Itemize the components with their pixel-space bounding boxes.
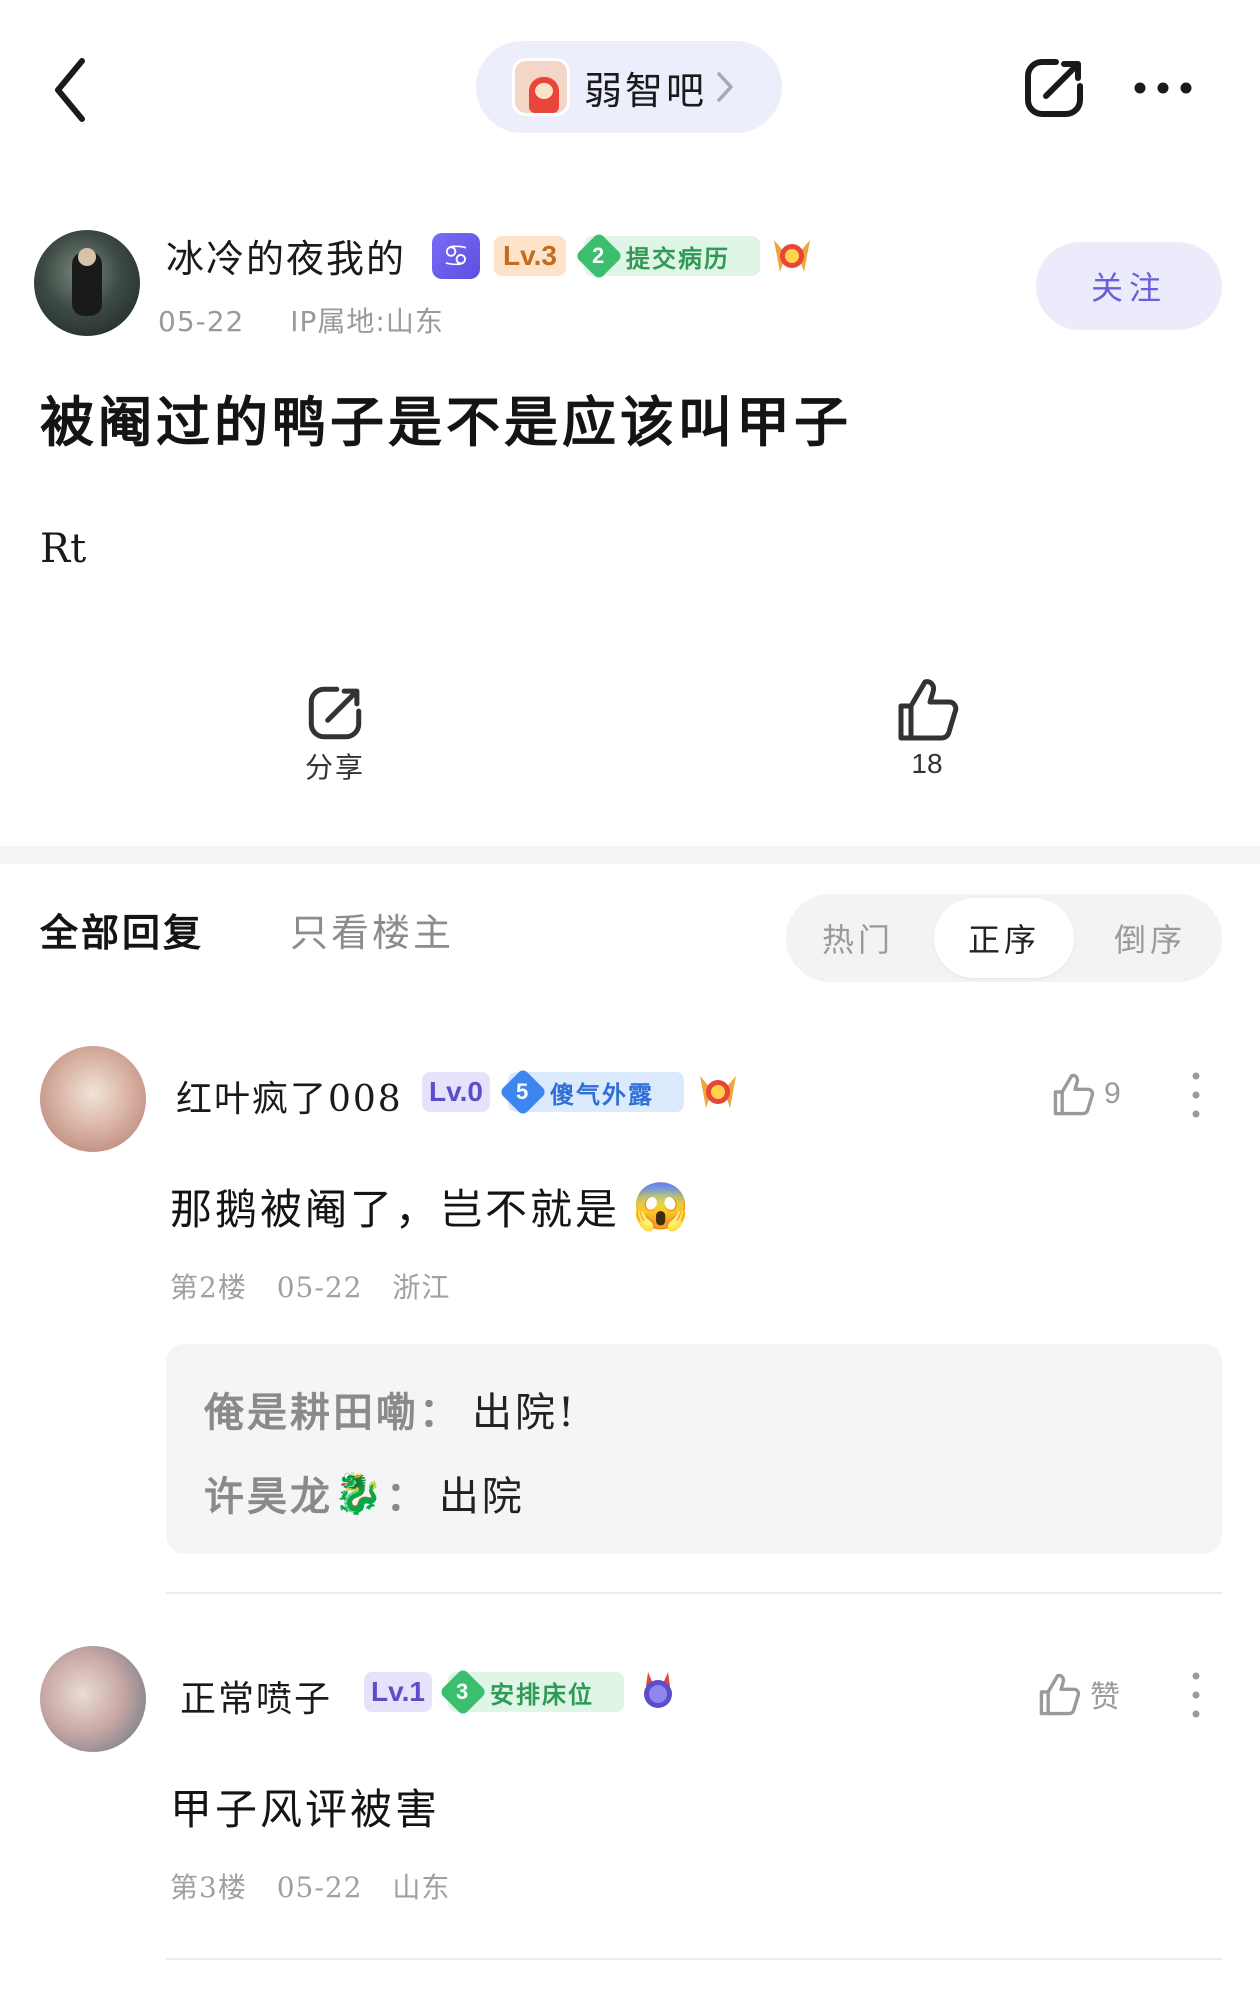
zodiac-cancer-icon: ♋: [432, 233, 480, 279]
title-badge: 5 傻气外露: [498, 1067, 684, 1117]
post-date: 05-22: [158, 305, 245, 338]
tab-op-only[interactable]: 只看楼主: [290, 902, 454, 957]
share-label: 分享: [304, 751, 365, 784]
forum-name: 弱智吧: [584, 68, 708, 113]
post-meta: 05-22 IP属地:山东: [158, 300, 480, 340]
share-icon: [308, 686, 362, 740]
sub-reply-sep: ：: [385, 1473, 429, 1520]
forum-entry-button[interactable]: 弱智吧: [476, 41, 782, 133]
avatar[interactable]: [40, 1046, 146, 1152]
thumbs-up-icon: [1053, 1073, 1095, 1116]
sort-selector: 热门 正序 倒序: [786, 894, 1222, 982]
reply-location: 浙江: [392, 1271, 451, 1304]
reply-date: 05-22: [276, 1871, 363, 1904]
reply-text: 那鹅被阉了，岂不就是: [170, 1185, 621, 1234]
level-badge: Lv.1: [364, 1672, 432, 1712]
medal-icon: [774, 240, 810, 272]
like-action[interactable]: 18: [882, 674, 972, 780]
title-badge: 3 安排床位: [438, 1667, 624, 1717]
scream-emoji-icon: 😱: [632, 1179, 693, 1233]
author-name[interactable]: 冰冷的夜我的: [166, 228, 406, 283]
author-avatar[interactable]: [34, 230, 140, 336]
sub-reply-text: 出院: [438, 1474, 525, 1520]
thumbs-up-icon: [898, 679, 959, 741]
sub-reply-user[interactable]: 许昊龙: [204, 1464, 333, 1522]
sub-replies-box[interactable]: 俺是耕田嘞 ： 出院! 许昊龙 🐉 ： 出院: [166, 1344, 1222, 1554]
reply-author-name[interactable]: 正常喷子: [180, 1670, 332, 1722]
reply-date: 05-22: [276, 1271, 363, 1304]
back-arrow-icon[interactable]: [50, 55, 90, 125]
avatar[interactable]: [40, 1646, 146, 1752]
sub-reply: 许昊龙 🐉 ： 出院: [204, 1464, 525, 1522]
reply-text: 甲子风评被害: [170, 1785, 441, 1834]
sort-ascending[interactable]: 正序: [934, 898, 1074, 978]
badge-number: 5: [498, 1067, 548, 1117]
level-badge: Lv.3: [494, 236, 566, 276]
reply-location: 山东: [392, 1871, 451, 1904]
thumbs-up-icon: [1039, 1673, 1081, 1716]
reply-divider: [166, 1592, 1222, 1594]
medal-icon: [644, 1672, 672, 1708]
dragon-emoji-icon: 🐉: [333, 1470, 386, 1517]
reply-divider: [166, 1958, 1222, 1960]
post-ip: IP属地:山东: [290, 305, 444, 338]
reply-content: 那鹅被阉了，岂不就是 😱: [170, 1176, 692, 1237]
floor-number: 第3楼: [170, 1871, 247, 1904]
reply-like-button[interactable]: 赞: [1036, 1670, 1120, 1718]
reply-like-label: 赞: [1090, 1680, 1120, 1715]
tab-all-replies[interactable]: 全部回复: [40, 902, 204, 957]
post-body: Rt: [40, 526, 87, 572]
post-title: 被阉过的鸭子是不是应该叫甲子: [40, 390, 852, 454]
share-icon[interactable]: [1020, 54, 1088, 122]
reply-author-name[interactable]: 红叶疯了008: [176, 1070, 403, 1122]
chevron-right-icon: [717, 72, 733, 102]
floor-number: 第2楼: [170, 1271, 247, 1304]
sub-reply: 俺是耕田嘞 ： 出院!: [204, 1380, 577, 1438]
reply-meta: 第2楼 05-22 浙江: [170, 1266, 470, 1306]
medal-icon: [700, 1076, 736, 1108]
like-count: 18: [911, 748, 943, 779]
sub-reply-text: 出院!: [472, 1390, 578, 1436]
top-bar: 弱智吧: [0, 0, 1260, 175]
sub-reply-sep: ：: [419, 1389, 462, 1436]
sub-reply-user[interactable]: 俺是耕田嘞: [204, 1380, 419, 1438]
reply-like-button[interactable]: 9: [1050, 1070, 1121, 1118]
sort-hot[interactable]: 热门: [786, 894, 930, 982]
sort-descending[interactable]: 倒序: [1078, 894, 1222, 982]
forum-avatar-icon: [512, 58, 570, 116]
level-badge: Lv.0: [422, 1072, 490, 1112]
badge-number: 3: [438, 1667, 488, 1717]
reply-like-count: 9: [1104, 1077, 1121, 1110]
title-badge: 2 提交病历: [574, 231, 760, 281]
reply-content: 甲子风评被害: [170, 1776, 440, 1837]
reply-meta: 第3楼 05-22 山东: [170, 1866, 470, 1906]
more-options-icon[interactable]: [1192, 1072, 1200, 1118]
share-action[interactable]: 分享: [290, 682, 380, 786]
more-options-icon[interactable]: [1132, 78, 1194, 98]
badge-number: 2: [574, 231, 624, 281]
follow-button[interactable]: 关注: [1036, 242, 1222, 330]
more-options-icon[interactable]: [1192, 1672, 1200, 1718]
section-divider: [0, 846, 1260, 864]
